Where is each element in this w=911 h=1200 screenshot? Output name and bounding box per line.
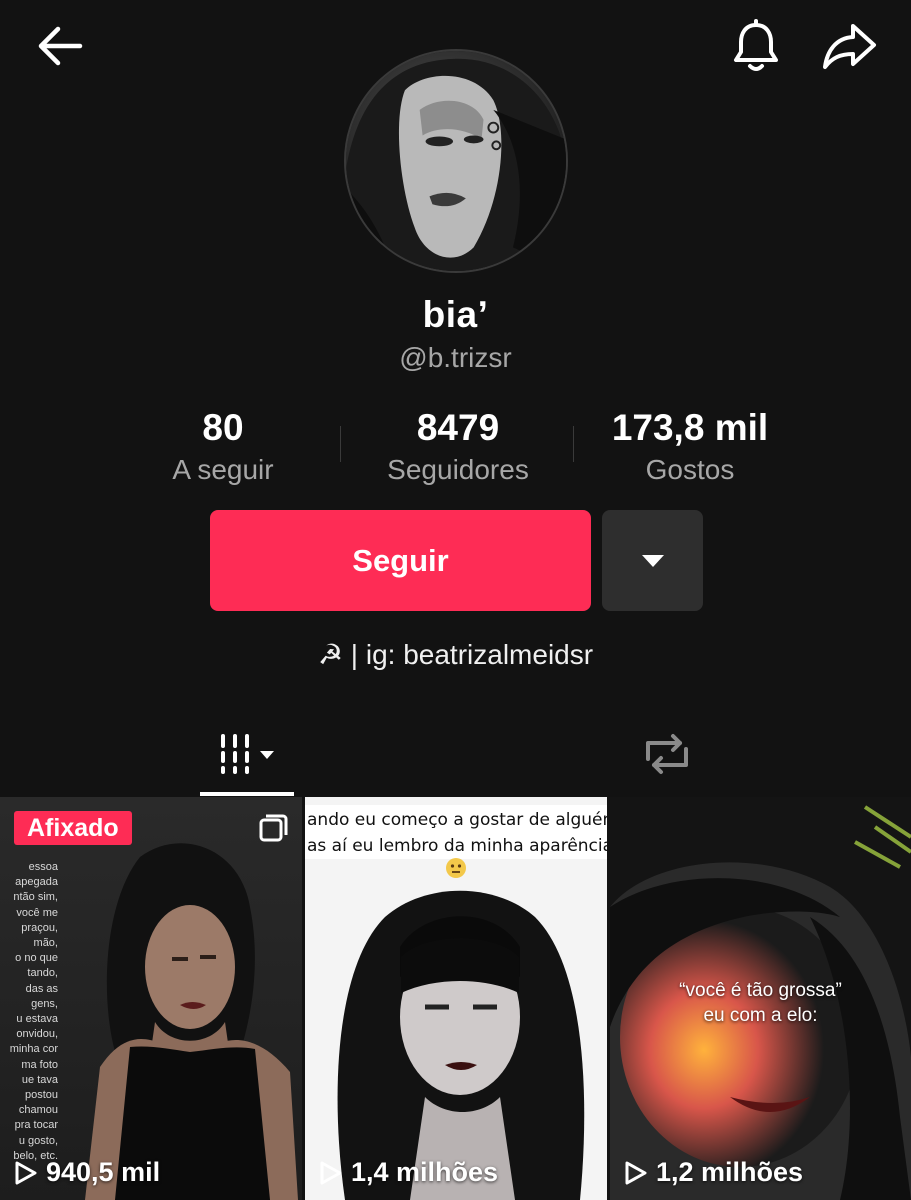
tab-reposts[interactable]: [620, 712, 714, 796]
multi-photo-icon: [259, 814, 288, 842]
side-caption-line: ue tava: [21, 1073, 58, 1086]
notification-bell-button[interactable]: [728, 18, 784, 74]
side-caption-line: o no que: [15, 952, 58, 965]
view-count-text: 1,4 milhões: [351, 1157, 499, 1187]
side-caption-line: u estava: [16, 1013, 58, 1026]
avatar[interactable]: [344, 49, 568, 273]
followers-count: 8479: [416, 407, 500, 448]
side-caption-line: ma foto: [21, 1058, 58, 1071]
side-caption-line: chamou: [18, 1104, 58, 1117]
side-caption-line: você me: [16, 906, 58, 919]
overlay-line: “você é tão grossa”: [679, 980, 842, 1001]
share-button[interactable]: [818, 20, 880, 72]
avatar-photo: [346, 51, 566, 271]
video-tile[interactable]: “você é tão grossa” eu com a elo: 1,2 mi…: [610, 797, 911, 1200]
active-tab-indicator: [200, 792, 294, 796]
side-caption-text: essoa apegada ntão sim, você me praçou, mão, o…: [0, 860, 58, 1164]
display-name: bia’: [422, 294, 489, 335]
side-caption-line: onvidou,: [16, 1028, 58, 1041]
side-caption-line: pra tocar: [14, 1119, 58, 1132]
view-count: 940,5 mil: [14, 1157, 160, 1188]
suggested-accounts-button[interactable]: [602, 510, 703, 611]
side-caption-line: postou: [24, 1089, 58, 1102]
back-button[interactable]: [30, 22, 90, 70]
video-tile[interactable]: ando eu começo a gostar de alguém as aí …: [305, 797, 607, 1200]
side-caption-line: mão,: [33, 937, 58, 950]
video-overlay-text: “você é tão grossa” eu com a elo:: [610, 978, 911, 1028]
caret-down-icon: [641, 554, 664, 567]
view-count-text: 940,5 mil: [46, 1157, 161, 1187]
repost-icon: [646, 734, 688, 774]
side-caption-line: praçou,: [21, 921, 58, 934]
neutral-face-emoji-icon: [446, 858, 466, 878]
view-count-text: 1,2 milhões: [656, 1157, 804, 1187]
videos-grid-icon: [221, 734, 274, 774]
view-count: 1,4 milhões: [319, 1157, 498, 1188]
likes-label: Gostos: [645, 454, 735, 485]
caption-line: ando eu começo a gostar de alguém: [307, 810, 607, 830]
bio-text[interactable]: ☭ | ig: beatrizalmeidsr: [0, 638, 911, 671]
play-icon: [625, 1161, 647, 1184]
side-caption-line: das as: [25, 982, 58, 995]
profile-page: bia’ @b.trizsr 80 A seguir 8479 Seguidor…: [0, 0, 911, 1200]
caption-line: as aí eu lembro da minha aparência: [307, 836, 607, 856]
side-caption-line: apegada: [15, 876, 58, 889]
username-handle: @b.trizsr: [399, 342, 512, 373]
side-caption-line: gens,: [31, 997, 58, 1010]
following-label: A seguir: [172, 454, 274, 485]
likes-count: 173,8 mil: [611, 407, 769, 448]
stat-divider: [340, 426, 341, 462]
video-caption-overlay: ando eu começo a gostar de alguém as aí …: [305, 805, 607, 859]
play-icon: [320, 1161, 342, 1184]
stat-followers[interactable]: 8479 Seguidores: [358, 406, 558, 488]
side-caption-line: minha cor: [9, 1043, 58, 1056]
play-icon: [15, 1161, 37, 1184]
following-count: 80: [202, 407, 244, 448]
share-icon: [823, 24, 876, 69]
video-tile-pinned[interactable]: essoa apegada ntão sim, você me praçou, mão, o…: [0, 797, 302, 1200]
side-caption-line: u gosto,: [18, 1134, 58, 1147]
stat-likes[interactable]: 173,8 mil Gostos: [585, 406, 795, 488]
view-count: 1,2 milhões: [624, 1157, 803, 1188]
tab-videos[interactable]: [200, 712, 294, 796]
followers-label: Seguidores: [387, 454, 529, 485]
overlay-line: eu com a elo:: [703, 1005, 818, 1026]
back-arrow-icon: [38, 26, 83, 66]
stat-following[interactable]: 80 A seguir: [143, 406, 303, 488]
side-caption-line: essoa: [28, 861, 58, 873]
stat-divider: [573, 426, 574, 462]
pinned-badge: Afixado: [14, 811, 132, 845]
follow-button[interactable]: Seguir: [210, 510, 591, 611]
side-caption-line: ntão sim,: [13, 891, 58, 904]
bell-icon: [734, 19, 778, 71]
side-caption-line: tando,: [27, 967, 58, 980]
